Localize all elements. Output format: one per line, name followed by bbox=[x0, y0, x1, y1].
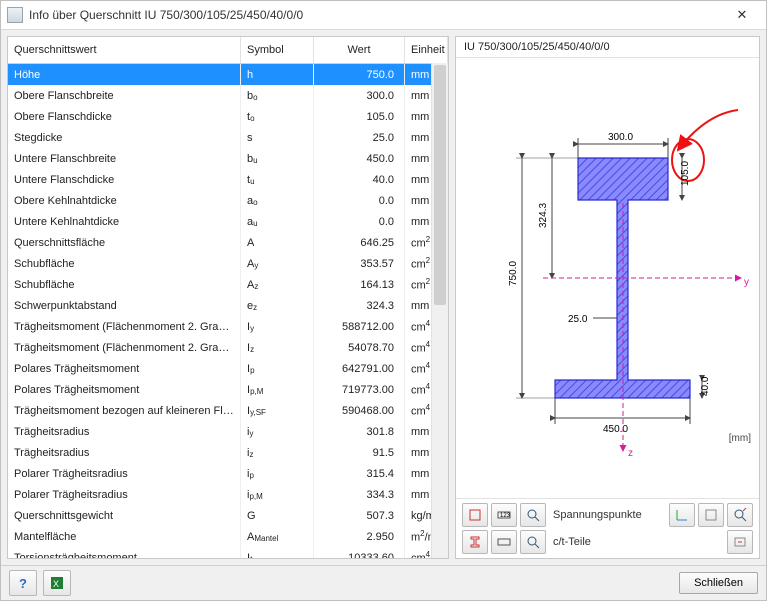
preview-panel: IU 750/300/105/25/450/40/0/0 bbox=[455, 36, 760, 559]
print-icon[interactable] bbox=[727, 503, 753, 527]
col-symbol[interactable]: Symbol bbox=[241, 37, 314, 64]
dialog-footer: ? X Schließen bbox=[1, 565, 766, 600]
svg-text:y: y bbox=[744, 277, 749, 288]
section-icon[interactable] bbox=[462, 530, 488, 554]
svg-text:40.0: 40.0 bbox=[700, 376, 711, 396]
svg-text:X: X bbox=[53, 579, 59, 589]
values-icon[interactable]: 123 bbox=[491, 503, 517, 527]
table-row[interactable]: Schwerpunktabstandez324.3mm bbox=[8, 295, 448, 316]
help-button[interactable]: ? bbox=[9, 570, 37, 596]
table-row[interactable]: Stegdickes25.0mm bbox=[8, 127, 448, 148]
table-row[interactable]: Polarer Trägheitsradiusip315.4mm bbox=[8, 463, 448, 484]
table-row[interactable]: Trägheitsmoment (Flächenmoment 2. Grades… bbox=[8, 337, 448, 358]
svg-text:324.3: 324.3 bbox=[538, 203, 549, 228]
window-close-button[interactable]: ✕ bbox=[724, 7, 760, 23]
section-preview[interactable]: 300.0 105.0 750.0 324.3 25.0 bbox=[456, 58, 759, 498]
table-row[interactable]: Trägheitsradiusiz91.5mm bbox=[8, 442, 448, 463]
app-icon bbox=[7, 7, 23, 23]
col-value[interactable]: Wert bbox=[314, 37, 405, 64]
table-row[interactable]: Untere Flanschbreitebu450.0mm bbox=[8, 148, 448, 169]
table-row[interactable]: Trägheitsmoment (Flächenmoment 2. Grades… bbox=[8, 316, 448, 337]
table-row[interactable]: Polarer Trägheitsradiusip,M334.3mm bbox=[8, 484, 448, 505]
svg-text:25.0: 25.0 bbox=[568, 314, 588, 325]
table-row[interactable]: Polares TrägheitsmomentIp,M719773.00cm4 bbox=[8, 379, 448, 400]
section-label: IU 750/300/105/25/450/40/0/0 bbox=[456, 37, 759, 58]
table-row[interactable]: TorsionsträgheitsmomentIt10333.60cm4 bbox=[8, 547, 448, 558]
table-row[interactable]: Obere Kehlnahtdickeao0.0mm bbox=[8, 190, 448, 211]
titlebar: Info über Querschnitt IU 750/300/105/25/… bbox=[1, 1, 766, 30]
properties-table[interactable]: Querschnittswert Symbol Wert Einheit Höh… bbox=[8, 37, 448, 558]
preview-toolbar: 123 Spannungspunkte c/t-Teile bbox=[456, 498, 759, 558]
svg-text:750.0: 750.0 bbox=[508, 261, 519, 286]
row2-label: c/t-Teile bbox=[553, 536, 724, 548]
table-row[interactable]: QuerschnittsflächeA646.25cm2 bbox=[8, 232, 448, 253]
table-row[interactable]: Obere Flanschbreitebo300.0mm bbox=[8, 85, 448, 106]
svg-text:z: z bbox=[628, 448, 633, 459]
table-row[interactable]: Höheh750.0mm bbox=[8, 64, 448, 86]
table-row[interactable]: SchubflächeAy353.57cm2 bbox=[8, 253, 448, 274]
close-button[interactable]: Schließen bbox=[679, 572, 758, 594]
excel-button[interactable]: X bbox=[43, 570, 71, 596]
svg-text:123: 123 bbox=[500, 513, 511, 519]
col-name[interactable]: Querschnittswert bbox=[8, 37, 241, 64]
table-row[interactable]: Untere Kehlnahtdickeau0.0mm bbox=[8, 211, 448, 232]
table-row[interactable]: Trägheitsradiusiy301.8mm bbox=[8, 421, 448, 442]
values2-icon[interactable] bbox=[491, 530, 517, 554]
table-row[interactable]: Trägheitsmoment bezogen auf kleineren Fl… bbox=[8, 400, 448, 421]
table-row[interactable]: Obere Flanschdicketo105.0mm bbox=[8, 106, 448, 127]
properties-panel: Querschnittswert Symbol Wert Einheit Höh… bbox=[7, 36, 449, 559]
table-row[interactable]: Polares TrägheitsmomentIp642791.00cm4 bbox=[8, 358, 448, 379]
table-row[interactable]: SchubflächeAz164.13cm2 bbox=[8, 274, 448, 295]
dims-icon[interactable] bbox=[462, 503, 488, 527]
export-icon[interactable] bbox=[727, 530, 753, 554]
table-row[interactable]: Untere Flanschdicketu40.0mm bbox=[8, 169, 448, 190]
table-scrollbar[interactable] bbox=[431, 63, 448, 558]
grid-icon[interactable] bbox=[698, 503, 724, 527]
zoom2-icon[interactable] bbox=[520, 530, 546, 554]
col-unit[interactable]: Einheit bbox=[405, 37, 448, 64]
table-row[interactable]: QuerschnittsgewichtG507.3kg/m bbox=[8, 505, 448, 526]
svg-text:450.0: 450.0 bbox=[603, 424, 628, 435]
window-title: Info über Querschnitt IU 750/300/105/25/… bbox=[29, 8, 724, 22]
unit-label: [mm] bbox=[729, 433, 751, 444]
zoom-icon[interactable] bbox=[520, 503, 546, 527]
table-row[interactable]: MantelflächeAMantel2.950m2/m bbox=[8, 526, 448, 547]
svg-text:300.0: 300.0 bbox=[608, 132, 633, 143]
axis-icon[interactable] bbox=[669, 503, 695, 527]
row1-label: Spannungspunkte bbox=[553, 509, 666, 521]
